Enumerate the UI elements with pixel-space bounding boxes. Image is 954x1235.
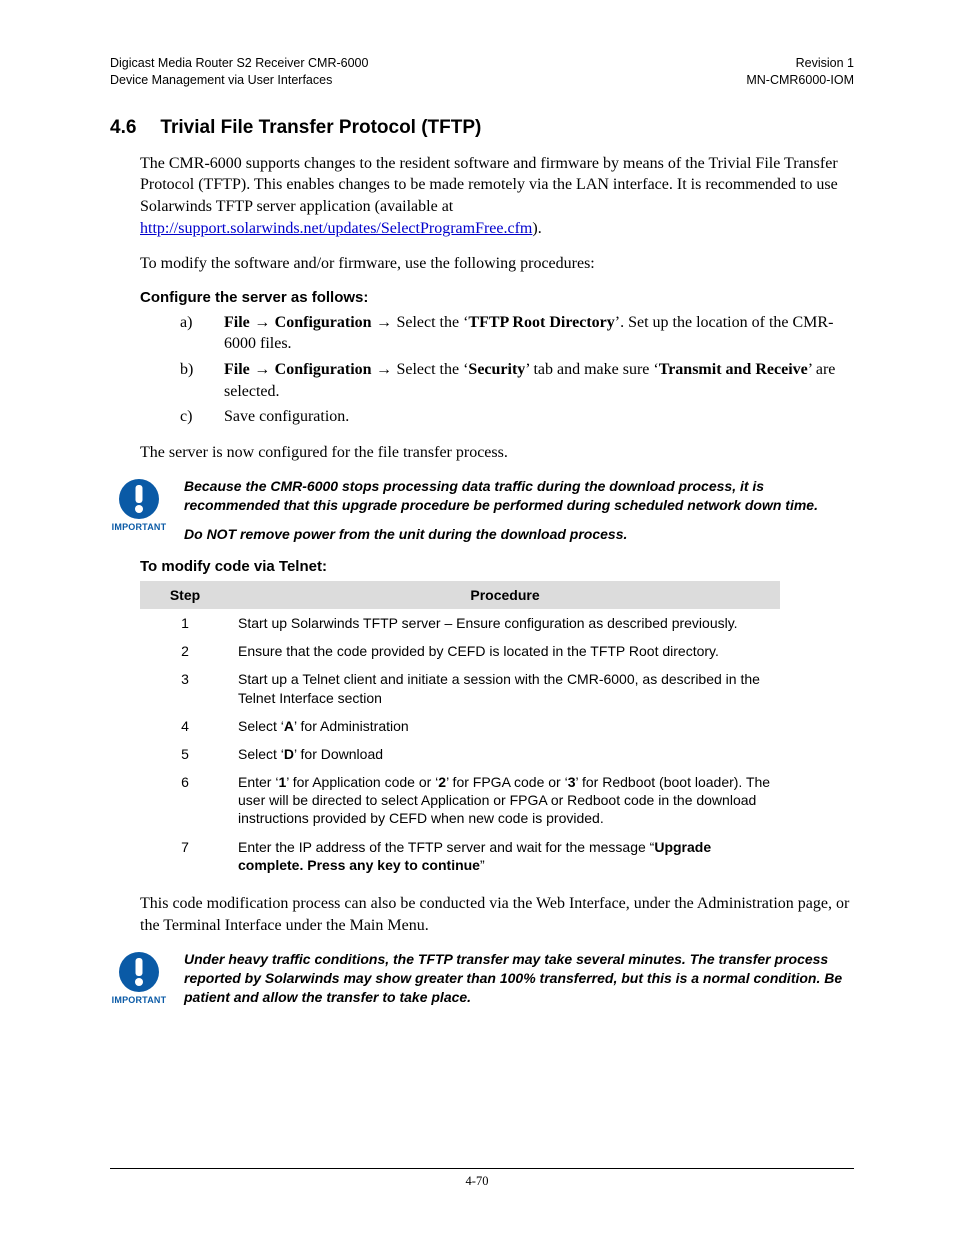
important-callout-1: IMPORTANT Because the CMR-6000 stops pro… bbox=[110, 477, 854, 544]
important2-text: Under heavy traffic conditions, the TFTP… bbox=[184, 950, 854, 1007]
important1-text1: Because the CMR-6000 stops processing da… bbox=[184, 477, 854, 515]
procedure-table: Step Procedure 1 Start up Solarwinds TFT… bbox=[140, 581, 780, 879]
important-icon bbox=[110, 950, 168, 994]
section-number: 4.6 bbox=[110, 117, 136, 138]
table-row: 1 Start up Solarwinds TFTP server – Ensu… bbox=[140, 609, 780, 637]
footer-rule bbox=[110, 1168, 854, 1169]
table-row: 4 Select ‘A’ for Administration bbox=[140, 712, 780, 740]
configure-item-a: a)File → Configuration → Select the ‘TFT… bbox=[202, 312, 854, 355]
configure-item-b: b)File → Configuration → Select the ‘Sec… bbox=[202, 359, 854, 402]
configure-item-c: c)Save configuration. bbox=[202, 406, 854, 428]
section-title-text: Trivial File Transfer Protocol (TFTP) bbox=[160, 117, 481, 138]
col-step: Step bbox=[140, 581, 230, 609]
header-left-line2: Device Management via User Interfaces bbox=[110, 72, 368, 89]
page-number: 4-70 bbox=[0, 1174, 954, 1189]
header-left-line1: Digicast Media Router S2 Receiver CMR-60… bbox=[110, 55, 368, 72]
telnet-heading: To modify code via Telnet: bbox=[140, 558, 854, 575]
after-config-paragraph: The server is now configured for the fil… bbox=[140, 442, 854, 464]
intro-paragraph-2: To modify the software and/or firmware, … bbox=[140, 253, 854, 275]
important1-text2: Do NOT remove power from the unit during… bbox=[184, 525, 854, 544]
header-right-line1: Revision 1 bbox=[746, 55, 854, 72]
table-row: 7 Enter the IP address of the TFTP serve… bbox=[140, 833, 780, 879]
header-right-line2: MN-CMR6000-IOM bbox=[746, 72, 854, 89]
intro-paragraph-1: The CMR-6000 supports changes to the res… bbox=[140, 153, 854, 239]
important-callout-2: IMPORTANT Under heavy traffic conditions… bbox=[110, 950, 854, 1007]
section-heading: 4.6 Trivial File Transfer Protocol (TFTP) bbox=[110, 117, 854, 139]
table-row: 2 Ensure that the code provided by CEFD … bbox=[140, 637, 780, 665]
configure-list: a)File → Configuration → Select the ‘TFT… bbox=[202, 312, 854, 428]
important-label: IMPORTANT bbox=[110, 522, 168, 532]
configure-heading: Configure the server as follows: bbox=[140, 289, 854, 306]
col-procedure: Procedure bbox=[230, 581, 780, 609]
page-header: Digicast Media Router S2 Receiver CMR-60… bbox=[110, 55, 854, 89]
important-label: IMPORTANT bbox=[110, 995, 168, 1005]
table-row: 5 Select ‘D’ for Download bbox=[140, 740, 780, 768]
after-table-paragraph: This code modification process can also … bbox=[140, 893, 854, 936]
solarwinds-link[interactable]: http://support.solarwinds.net/updates/Se… bbox=[140, 220, 532, 237]
table-row: 3 Start up a Telnet client and initiate … bbox=[140, 665, 780, 711]
table-row: 6 Enter ‘1’ for Application code or ‘2’ … bbox=[140, 768, 780, 833]
important-icon bbox=[110, 477, 168, 521]
